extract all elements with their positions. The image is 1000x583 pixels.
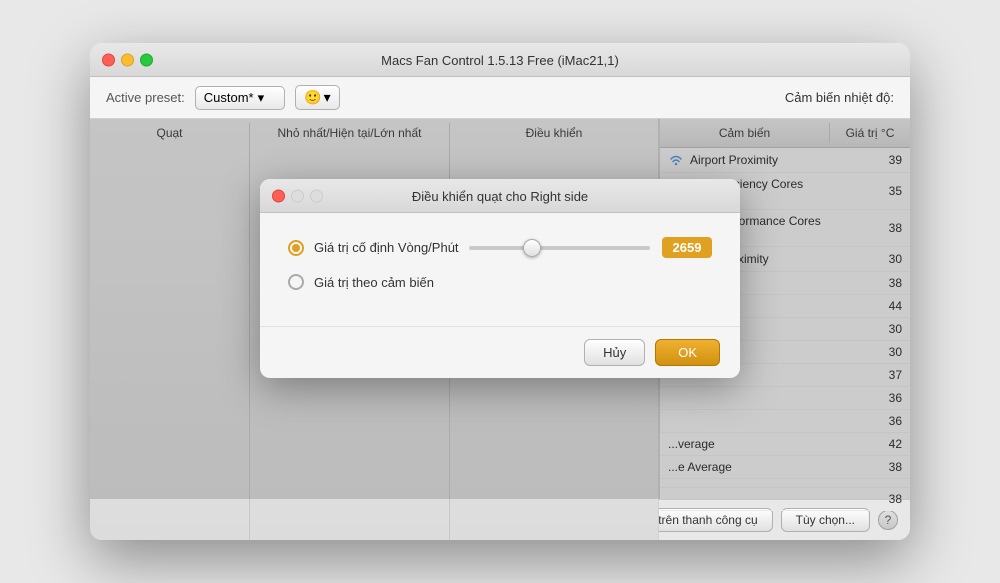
modal-minimize-button	[291, 189, 304, 202]
option1-row: Giá trị cố định Vòng/Phút 2659	[288, 237, 712, 258]
minimize-button[interactable]	[121, 53, 134, 66]
sensor-name-12: ...e Average	[660, 460, 830, 474]
modal-titlebar: Điều khiển quạt cho Right side	[260, 179, 740, 213]
preset-label: Active preset:	[106, 90, 185, 105]
sensor-val-2: 38	[830, 221, 910, 235]
window-title: Macs Fan Control 1.5.13 Free (iMac21,1)	[381, 53, 619, 68]
preset-value: Custom*	[204, 90, 254, 105]
option1-label: Giá trị cố định Vòng/Phút	[314, 240, 459, 255]
sensor-row-10: 36	[660, 410, 910, 433]
sensor-val-11: 42	[830, 437, 910, 451]
options-button[interactable]: Tùy chọn...	[781, 508, 870, 532]
sensor-row-14: 38	[660, 488, 910, 511]
sensor-row-0: Airport Proximity 39	[660, 148, 910, 173]
emoji-button[interactable]: 🙂 ▾	[295, 85, 339, 110]
main-window: Macs Fan Control 1.5.13 Free (iMac21,1) …	[90, 43, 910, 540]
wifi-icon	[668, 152, 684, 168]
dropdown-arrow-icon: ▾	[258, 90, 265, 106]
header-value: Giá trị °C	[830, 123, 910, 143]
main-wrapper: Quạt Nhỏ nhất/Hiện tại/Lớn nhất Điều khi…	[90, 119, 910, 499]
modal-body: Giá trị cố định Vòng/Phút 2659 Giá trị t…	[260, 213, 740, 326]
header-sensor: Cảm biến	[660, 123, 830, 143]
option2-row: Giá trị theo cảm biến	[288, 274, 712, 290]
sensor-val-9: 36	[830, 391, 910, 405]
sensor-val-6: 30	[830, 322, 910, 336]
sensor-label-11: ...verage	[668, 437, 715, 451]
ok-button[interactable]: OK	[655, 339, 720, 366]
titlebar: Macs Fan Control 1.5.13 Free (iMac21,1)	[90, 43, 910, 77]
cancel-button[interactable]: Hủy	[584, 339, 645, 366]
traffic-lights	[102, 53, 153, 66]
toolbar: Active preset: Custom* ▾ 🙂 ▾ Cảm biến nh…	[90, 77, 910, 119]
modal-title: Điều khiển quạt cho Right side	[412, 189, 588, 204]
sensor-label-0: Airport Proximity	[690, 153, 778, 167]
emoji-icon: 🙂	[304, 89, 321, 106]
sensor-row-12: ...e Average 38	[660, 456, 910, 479]
preset-dropdown[interactable]: Custom* ▾	[195, 86, 285, 110]
option2-label: Giá trị theo cảm biến	[314, 275, 434, 290]
sensor-val-12: 38	[830, 460, 910, 474]
sensor-val-7: 30	[830, 345, 910, 359]
slider-value: 2659	[662, 237, 712, 258]
sensor-name-0: Airport Proximity	[660, 152, 830, 168]
sensor-row-11: ...verage 42	[660, 433, 910, 456]
option2-radio[interactable]	[288, 274, 304, 290]
slider-thumb[interactable]	[523, 239, 541, 257]
modal-dialog: Điều khiển quạt cho Right side Giá trị c…	[260, 179, 740, 378]
temp-section-label: Cảm biến nhiệt độ:	[785, 90, 894, 105]
sensor-name-11: ...verage	[660, 437, 830, 451]
sensor-val-4: 38	[830, 276, 910, 290]
emoji-dropdown-icon: ▾	[324, 89, 331, 106]
sensor-table-header: Cảm biến Giá trị °C	[660, 119, 910, 148]
sensor-val-0: 39	[830, 153, 910, 167]
slider-track	[469, 246, 650, 250]
sensor-val-1: 35	[830, 184, 910, 198]
sensor-val-3: 30	[830, 252, 910, 266]
maximize-button[interactable]	[140, 53, 153, 66]
sensor-row-13	[660, 479, 910, 488]
sensor-val-8: 37	[830, 368, 910, 382]
header-fan: Quạt	[90, 123, 250, 540]
modal-maximize-button	[310, 189, 323, 202]
close-button[interactable]	[102, 53, 115, 66]
sensor-val-10: 36	[830, 414, 910, 428]
sensor-val-5: 44	[830, 299, 910, 313]
slider-row: 2659	[469, 237, 712, 258]
modal-traffic-lights	[272, 189, 323, 202]
sensor-row-9: 36	[660, 387, 910, 410]
sensor-label-12: ...e Average	[668, 460, 732, 474]
sensor-val-14: 38	[830, 492, 910, 506]
option1-radio[interactable]	[288, 240, 304, 256]
modal-close-button[interactable]	[272, 189, 285, 202]
modal-footer: Hủy OK	[260, 326, 740, 378]
help-button[interactable]: ?	[878, 510, 898, 530]
